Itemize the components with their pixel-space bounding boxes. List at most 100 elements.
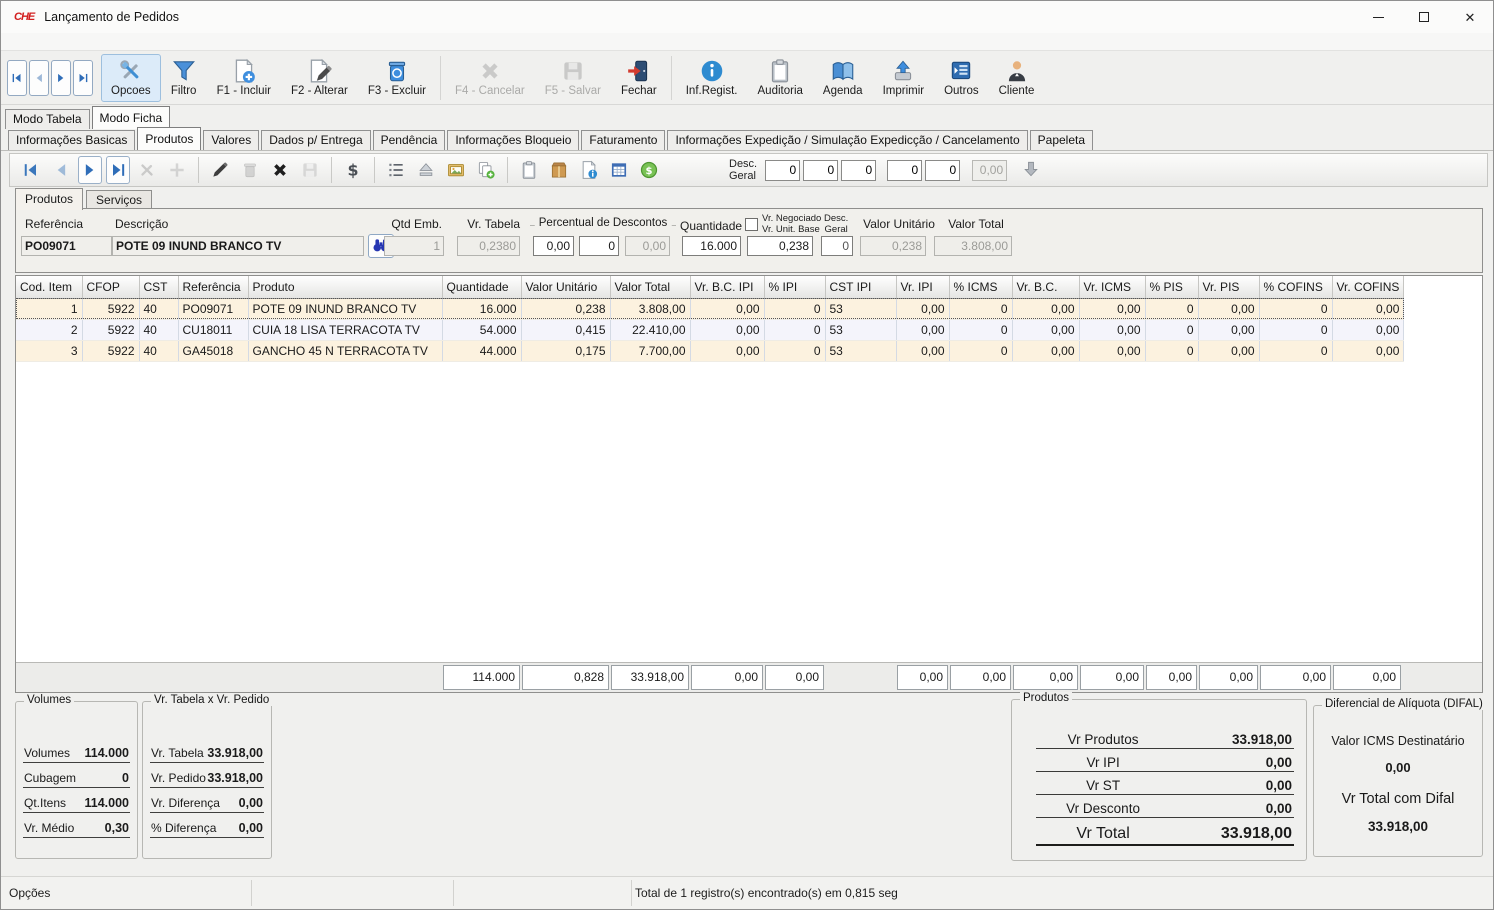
item-remove-icon[interactable] [267, 157, 293, 183]
app-window: CHE Lançamento de Pedidos ✕ OpcoesFiltro… [0, 0, 1494, 910]
column-header-cst[interactable]: CST [139, 276, 178, 298]
funnel-icon [171, 58, 197, 84]
desconto-2-field[interactable]: 0 [579, 236, 619, 256]
subtab-produtos[interactable]: Produtos [15, 188, 83, 210]
item-clipboard-icon[interactable] [516, 157, 542, 183]
quantidade-field[interactable]: 16.000 [682, 236, 741, 256]
vr-negociado-field[interactable]: 0,238 [747, 236, 813, 256]
desc-geral-input-2[interactable] [803, 160, 838, 181]
desc-geral-input-5[interactable] [925, 160, 960, 181]
item-list-icon[interactable] [383, 157, 409, 183]
toolbar-button-opcoes[interactable]: Opcoes [101, 54, 161, 102]
person-icon [1004, 58, 1030, 84]
item-row-1[interactable]: 1592240PO09071POTE 09 INUND BRANCO TV16.… [16, 298, 1404, 319]
column-header-cfop[interactable]: CFOP [82, 276, 139, 298]
toolbar-button-agenda[interactable]: Agenda [813, 54, 873, 102]
column-header-vr-ipi[interactable]: Vr. IPI [896, 276, 949, 298]
tab-valores[interactable]: Valores [203, 130, 259, 150]
tab-informa-es-basicas[interactable]: Informações Basicas [8, 130, 135, 150]
summary-label: Vr. Tabela [151, 746, 204, 760]
column-header-valor-total[interactable]: Valor Total [610, 276, 690, 298]
tab-produtos[interactable]: Produtos [137, 127, 201, 150]
item-edit-icon[interactable] [207, 157, 233, 183]
record-prev-button[interactable] [29, 60, 49, 96]
item-row-2[interactable]: 2592240CU18011CUIA 18 LISA TERRACOTA TV5… [16, 319, 1404, 340]
subtab-servi-os[interactable]: Serviços [86, 190, 152, 210]
item-export-icon[interactable] [413, 157, 439, 183]
toolbar-button-f3-excluir[interactable]: F3 - Excluir [358, 54, 436, 102]
summary-value: 114.000 [85, 796, 130, 810]
toolbar-button-imprimir[interactable]: Imprimir [873, 54, 935, 102]
minimize-button[interactable] [1355, 1, 1401, 33]
column-header-produto[interactable]: Produto [248, 276, 442, 298]
toolbar-button-fechar[interactable]: Fechar [611, 54, 667, 102]
toolbar-button-inf-regist[interactable]: Inf.Regist. [676, 54, 748, 102]
summary-label: Vr. Pedido [151, 771, 206, 785]
valor-total-label: Valor Total [938, 217, 1014, 231]
item-nav-prev-icon[interactable] [48, 157, 74, 183]
column-header-vr-b-c[interactable]: Vr. B.C. [1012, 276, 1079, 298]
mode-tab-modo-ficha[interactable]: Modo Ficha [92, 106, 171, 129]
record-first-button[interactable] [7, 60, 27, 96]
desc-geral-input-1[interactable] [765, 160, 800, 181]
toolbar-button-f2-alterar[interactable]: F2 - Alterar [281, 54, 358, 102]
desc-geral-item-field[interactable]: 0 [821, 236, 853, 256]
record-last-button[interactable] [73, 60, 93, 96]
tab-informa-es-expedi-o-simula-o-expedic-o-cancelamento[interactable]: Informações Expedição / Simulação Expedi… [667, 130, 1027, 150]
column-header-vr-cofins[interactable]: Vr. COFINS [1332, 276, 1404, 298]
record-next-button[interactable] [51, 60, 71, 96]
item-package-icon[interactable] [546, 157, 572, 183]
maximize-button[interactable] [1401, 1, 1447, 33]
item-grid-icon[interactable] [606, 157, 632, 183]
toolbar-button-label: Cliente [999, 85, 1035, 97]
mode-tab-modo-tabela[interactable]: Modo Tabela [5, 109, 90, 129]
toolbar-button-outros[interactable]: Outros [934, 54, 989, 102]
column-header-cod-item[interactable]: Cod. Item [16, 276, 82, 298]
item-nav-first-icon[interactable] [18, 157, 44, 183]
tab-pend-ncia[interactable]: Pendência [373, 130, 446, 150]
item-row-3[interactable]: 3592240GA45018GANCHO 45 N TERRACOTA TV44… [16, 340, 1404, 361]
column-header-vr-icms[interactable]: Vr. ICMS [1079, 276, 1145, 298]
column-header-refer-ncia[interactable]: Referência [178, 276, 248, 298]
tab-informa-es-bloqueio[interactable]: Informações Bloqueio [447, 130, 579, 150]
column-header-vr-pis[interactable]: Vr. PIS [1198, 276, 1259, 298]
vr-negociado-checkbox[interactable] [745, 218, 758, 231]
column-header-quantidade[interactable]: Quantidade [442, 276, 521, 298]
desc-geral-item-label: Desc. Geral [824, 214, 848, 235]
desconto-1-field[interactable]: 0,00 [533, 236, 574, 256]
column-header-pis[interactable]: % PIS [1145, 276, 1198, 298]
referencia-field[interactable]: PO09071 [21, 236, 112, 256]
column-header-cofins[interactable]: % COFINS [1259, 276, 1332, 298]
tab-papeleta[interactable]: Papeleta [1030, 130, 1093, 150]
toolbar-button-filtro[interactable]: Filtro [161, 54, 207, 102]
close-button[interactable]: ✕ [1447, 1, 1493, 33]
item-money-icon[interactable]: $ [636, 157, 662, 183]
item-doc-info-icon[interactable] [576, 157, 602, 183]
column-header-cst-ipi[interactable]: CST IPI [825, 276, 896, 298]
summary-value: 0,30 [105, 821, 129, 835]
item-nav-next-icon[interactable] [78, 156, 102, 184]
printer-icon [890, 58, 916, 84]
column-header-valor-unit-rio[interactable]: Valor Unitário [521, 276, 610, 298]
desc-geral-input-3[interactable] [841, 160, 876, 181]
tab-dados-p-entrega[interactable]: Dados p/ Entrega [261, 130, 370, 150]
item-duplicate-icon[interactable] [473, 157, 499, 183]
toolbar-button-auditoria[interactable]: Auditoria [748, 54, 813, 102]
column-header-ipi[interactable]: % IPI [764, 276, 825, 298]
section-tabs: Informações BasicasProdutosValoresDados … [1, 129, 1493, 151]
record-nav-group [7, 60, 93, 96]
title-bar: CHE Lançamento de Pedidos ✕ [1, 1, 1493, 33]
item-nav-last-icon[interactable] [106, 156, 130, 184]
apply-discount-button[interactable] [1018, 157, 1044, 183]
descricao-field[interactable]: POTE 09 INUND BRANCO TV [112, 236, 364, 256]
column-header-vr-b-c-ipi[interactable]: Vr. B.C. IPI [690, 276, 764, 298]
tab-faturamento[interactable]: Faturamento [581, 130, 665, 150]
item-price-icon[interactable]: $ [340, 157, 366, 183]
toolbar-button-cliente[interactable]: Cliente [989, 54, 1045, 102]
item-image-icon[interactable] [443, 157, 469, 183]
desc-geral-input-4[interactable] [887, 160, 922, 181]
column-header-icms[interactable]: % ICMS [949, 276, 1012, 298]
toolbar-button-f1-incluir[interactable]: F1 - Incluir [207, 54, 281, 102]
difal-title: Diferencial de Alíquota (DIFAL) [1322, 698, 1486, 710]
produtos-row-vr-produtos: Vr Produtos33.918,00 [1036, 726, 1294, 749]
